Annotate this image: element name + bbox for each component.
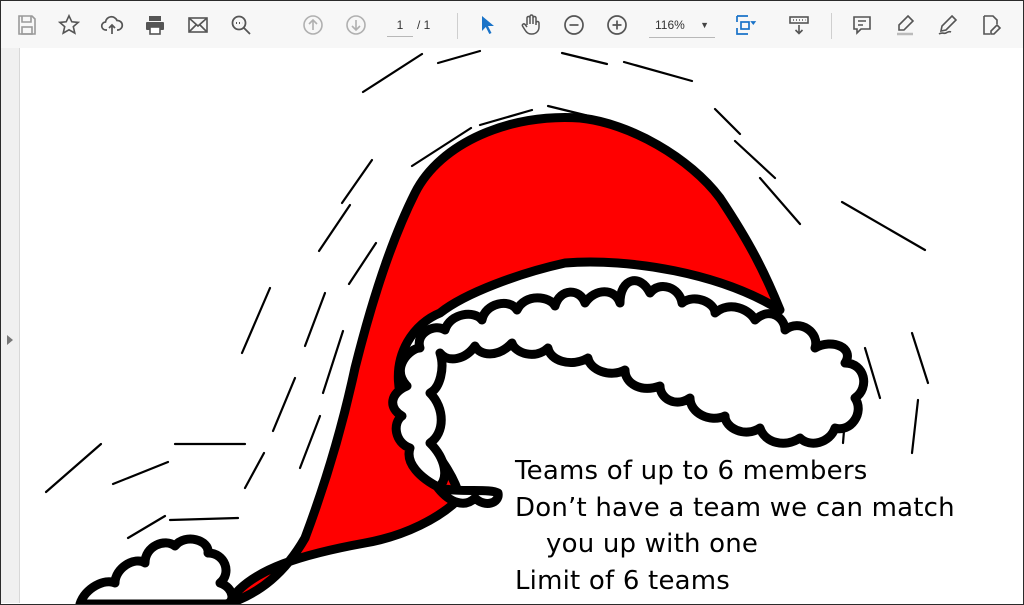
document-page: Teams of up to 6 members Don’t have a te… — [20, 48, 1023, 604]
search-zoom-icon[interactable] — [225, 9, 257, 41]
next-page-icon[interactable] — [340, 9, 372, 41]
text-line: you up with one — [546, 529, 759, 559]
expand-arrow-icon — [7, 335, 13, 345]
star-icon[interactable] — [53, 9, 85, 41]
scroll-mode-icon[interactable] — [783, 9, 815, 41]
zoom-in-icon[interactable] — [601, 9, 633, 41]
page-number-input[interactable]: 1 — [387, 14, 413, 37]
select-cursor-icon[interactable] — [472, 9, 504, 41]
highlight-icon[interactable] — [889, 9, 921, 41]
text-line: Limit of 6 teams — [515, 565, 731, 596]
save-icon[interactable] — [11, 9, 43, 41]
prev-page-icon[interactable] — [297, 9, 329, 41]
edit-icon[interactable] — [975, 9, 1007, 41]
toolbar: 1 / 1 116% ▼ — [1, 1, 1023, 49]
hand-icon[interactable] — [515, 9, 547, 41]
event-details-text: Teams of up to 6 members Don’t have a te… — [515, 453, 955, 599]
toolbar-divider-2 — [831, 13, 832, 39]
zoom-out-icon[interactable] — [558, 9, 590, 41]
toolbar-divider — [457, 13, 458, 39]
email-icon[interactable] — [182, 9, 214, 41]
fit-page-icon[interactable] — [729, 9, 761, 41]
comment-icon[interactable] — [846, 9, 878, 41]
side-panel-toggle[interactable] — [1, 48, 20, 603]
chevron-down-icon: ▼ — [700, 20, 709, 30]
text-line: Don’t have a team we can match — [515, 492, 955, 523]
zoom-value: 116% — [655, 18, 685, 32]
sign-icon[interactable] — [932, 9, 964, 41]
text-line: Teams of up to 6 members — [515, 456, 868, 486]
zoom-select[interactable]: 116% ▼ — [649, 13, 715, 38]
upload-icon[interactable] — [96, 9, 128, 41]
print-icon[interactable] — [139, 9, 171, 41]
page-total: / 1 — [417, 18, 431, 32]
